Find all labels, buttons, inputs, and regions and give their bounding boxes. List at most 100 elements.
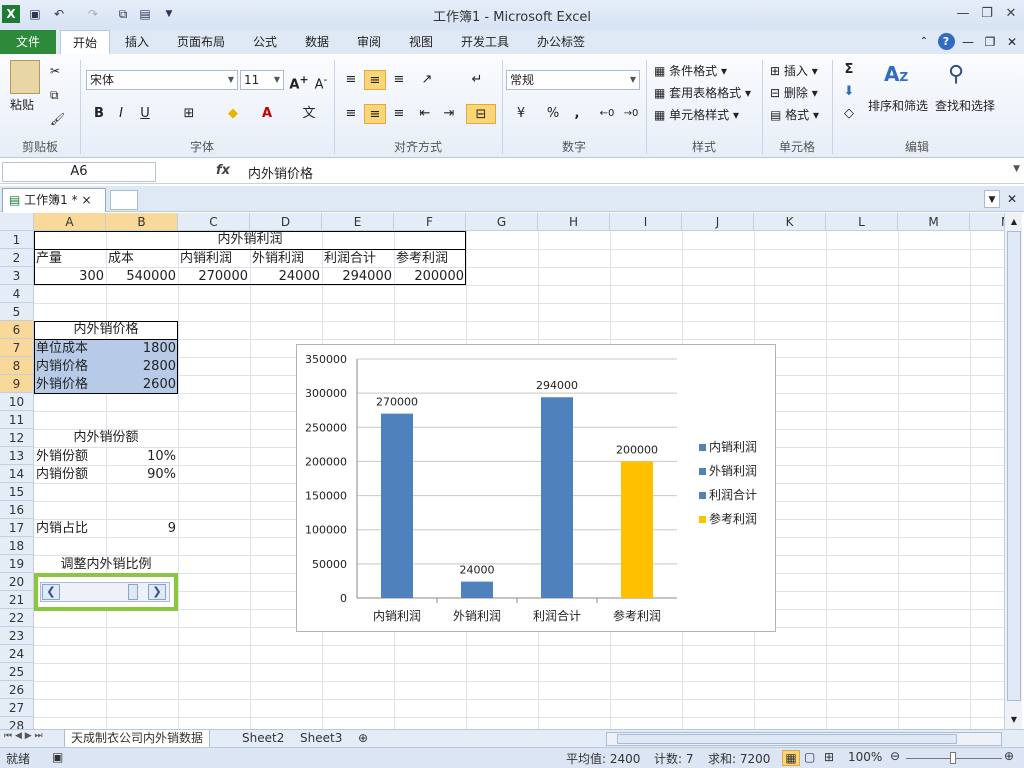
tab-list-icon[interactable]: ▼ <box>984 190 1000 208</box>
insert-function-icon[interactable]: fx <box>216 163 230 178</box>
row-header-7[interactable]: 7 <box>0 339 34 357</box>
increase-decimal-icon[interactable]: ←0 <box>596 104 618 124</box>
vertical-scroll-thumb[interactable] <box>1007 231 1021 701</box>
underline-button[interactable]: U <box>134 104 156 124</box>
align-center-icon[interactable]: ≡ <box>364 104 386 124</box>
workbook-tab[interactable]: ▤ 工作簿1 * × <box>2 188 106 212</box>
scroll-left-icon[interactable]: ❮ <box>42 584 60 600</box>
tab-page-layout[interactable]: 页面布局 <box>170 30 232 54</box>
cell-a3[interactable]: 300 <box>34 268 106 286</box>
decrease-decimal-icon[interactable]: →0 <box>620 104 642 124</box>
column-header-e[interactable]: E <box>322 213 394 231</box>
help-icon[interactable]: ? <box>937 33 955 50</box>
tab-home[interactable]: 开始 <box>60 30 110 54</box>
cell-b9[interactable]: 2600 <box>106 376 178 394</box>
row-header-6[interactable]: 6 <box>0 321 34 339</box>
scroll-down-icon[interactable]: ▼ <box>1007 713 1021 727</box>
cell-b13[interactable]: 10% <box>106 448 178 466</box>
format-painter-icon[interactable]: 🖌 <box>50 112 65 126</box>
clear-icon[interactable]: ◇ <box>838 104 860 124</box>
cell-b3[interactable]: 540000 <box>106 268 178 286</box>
wb-restore-icon[interactable]: ❐ <box>980 30 1000 54</box>
wb-close-icon[interactable]: ✕ <box>1002 30 1022 54</box>
cell-b7[interactable]: 1800 <box>106 340 178 358</box>
collapse-ribbon-icon[interactable]: ⌃ <box>914 30 934 54</box>
horizontal-scroll-thumb[interactable] <box>617 734 957 744</box>
cell-d2[interactable]: 外销利润 <box>250 250 322 268</box>
percent-button[interactable]: % <box>542 104 564 124</box>
row-header-10[interactable]: 10 <box>0 393 34 411</box>
cell-f2[interactable]: 参考利润 <box>394 250 466 268</box>
column-header-d[interactable]: D <box>250 213 322 231</box>
restore-icon[interactable]: ❐ <box>976 4 998 24</box>
tab-data[interactable]: 数据 <box>296 30 338 54</box>
tab-office-tab[interactable]: 办公标签 <box>528 30 594 54</box>
wrap-text-icon[interactable]: ↵ <box>466 70 488 90</box>
decrease-indent-icon[interactable]: ⇤ <box>414 104 436 124</box>
accounting-format-icon[interactable]: ¥ <box>510 104 532 124</box>
sort-filter-icon[interactable]: AZ <box>884 62 914 94</box>
row-header-23[interactable]: 23 <box>0 627 34 645</box>
number-format-combo[interactable]: 常规 ▼ <box>506 70 640 90</box>
format-cells-button[interactable]: ▤ 格式 ▾ <box>770 106 819 123</box>
scroll-up-icon[interactable]: ▲ <box>1007 215 1021 229</box>
delete-cells-button[interactable]: ⊟ 删除 ▾ <box>770 84 818 101</box>
close-window-icon[interactable]: ✕ <box>1000 4 1022 24</box>
paste-icon[interactable] <box>10 60 40 94</box>
zoom-in-icon[interactable]: ⊕ <box>1004 749 1014 763</box>
column-header-f[interactable]: F <box>394 213 466 231</box>
cell-styles-button[interactable]: ▦ 单元格样式 ▾ <box>654 106 739 123</box>
grow-font-icon[interactable]: A+ <box>288 70 310 92</box>
row-header-5[interactable]: 5 <box>0 303 34 321</box>
horizontal-scrollbar[interactable] <box>606 732 1002 746</box>
row-header-22[interactable]: 22 <box>0 609 34 627</box>
cell-b14[interactable]: 90% <box>106 466 178 484</box>
align-top-icon[interactable]: ≡ <box>340 70 362 90</box>
font-color-icon[interactable]: A <box>256 104 278 124</box>
cell-b2[interactable]: 成本 <box>106 250 178 268</box>
cell-a14[interactable]: 内销份额 <box>34 466 106 484</box>
paste-button[interactable]: 粘贴 <box>10 96 34 113</box>
name-box[interactable]: A6 <box>2 162 156 182</box>
row-header-13[interactable]: 13 <box>0 447 34 465</box>
cell-c1[interactable]: 内外销利润 <box>178 231 322 249</box>
binoculars-icon[interactable]: ⚲ <box>948 62 978 94</box>
format-as-table-button[interactable]: ▦ 套用表格格式 ▾ <box>654 84 751 101</box>
comma-button[interactable]: , <box>566 104 588 124</box>
normal-view-icon[interactable]: ▦ <box>782 750 800 766</box>
align-right-icon[interactable]: ≡ <box>388 104 410 124</box>
select-all-corner[interactable] <box>0 213 34 231</box>
scroll-right-icon[interactable]: ❯ <box>148 584 166 600</box>
orientation-icon[interactable]: ↗ <box>416 70 438 90</box>
sheet-tab-3[interactable]: Sheet3 <box>294 730 348 748</box>
font-name-combo[interactable]: 宋体 ▼ <box>86 70 238 90</box>
row-header-2[interactable]: 2 <box>0 249 34 267</box>
cell-d3[interactable]: 24000 <box>250 268 322 286</box>
close-workbook-icon[interactable]: ✕ <box>1004 190 1020 208</box>
italic-button[interactable]: I <box>110 104 132 124</box>
fill-icon[interactable]: ⬇ <box>838 82 860 102</box>
increase-indent-icon[interactable]: ⇥ <box>438 104 460 124</box>
cell-a7[interactable]: 单位成本 <box>34 340 106 358</box>
row-header-20[interactable]: 20 <box>0 573 34 591</box>
cell-e3[interactable]: 294000 <box>322 268 394 286</box>
close-tab-icon[interactable]: × <box>81 193 91 207</box>
row-header-14[interactable]: 14 <box>0 465 34 483</box>
column-header-l[interactable]: L <box>826 213 898 231</box>
cell-f3[interactable]: 200000 <box>394 268 466 286</box>
column-header-j[interactable]: J <box>682 213 754 231</box>
column-header-k[interactable]: K <box>754 213 826 231</box>
row-header-24[interactable]: 24 <box>0 645 34 663</box>
border-icon[interactable]: ⊞ <box>178 104 200 124</box>
cell-c3[interactable]: 270000 <box>178 268 250 286</box>
column-header-i[interactable]: I <box>610 213 682 231</box>
column-header-n[interactable]: N <box>970 213 1004 231</box>
zoom-slider-thumb[interactable] <box>950 752 956 764</box>
cell-b8[interactable]: 2800 <box>106 358 178 376</box>
cell-a19[interactable]: 调整内外销比例 <box>34 556 178 574</box>
font-size-combo[interactable]: 11 ▼ <box>240 70 284 90</box>
row-header-25[interactable]: 25 <box>0 663 34 681</box>
page-layout-view-icon[interactable]: ▢ <box>804 750 815 764</box>
row-header-19[interactable]: 19 <box>0 555 34 573</box>
fill-color-icon[interactable]: ◆ <box>222 104 244 124</box>
